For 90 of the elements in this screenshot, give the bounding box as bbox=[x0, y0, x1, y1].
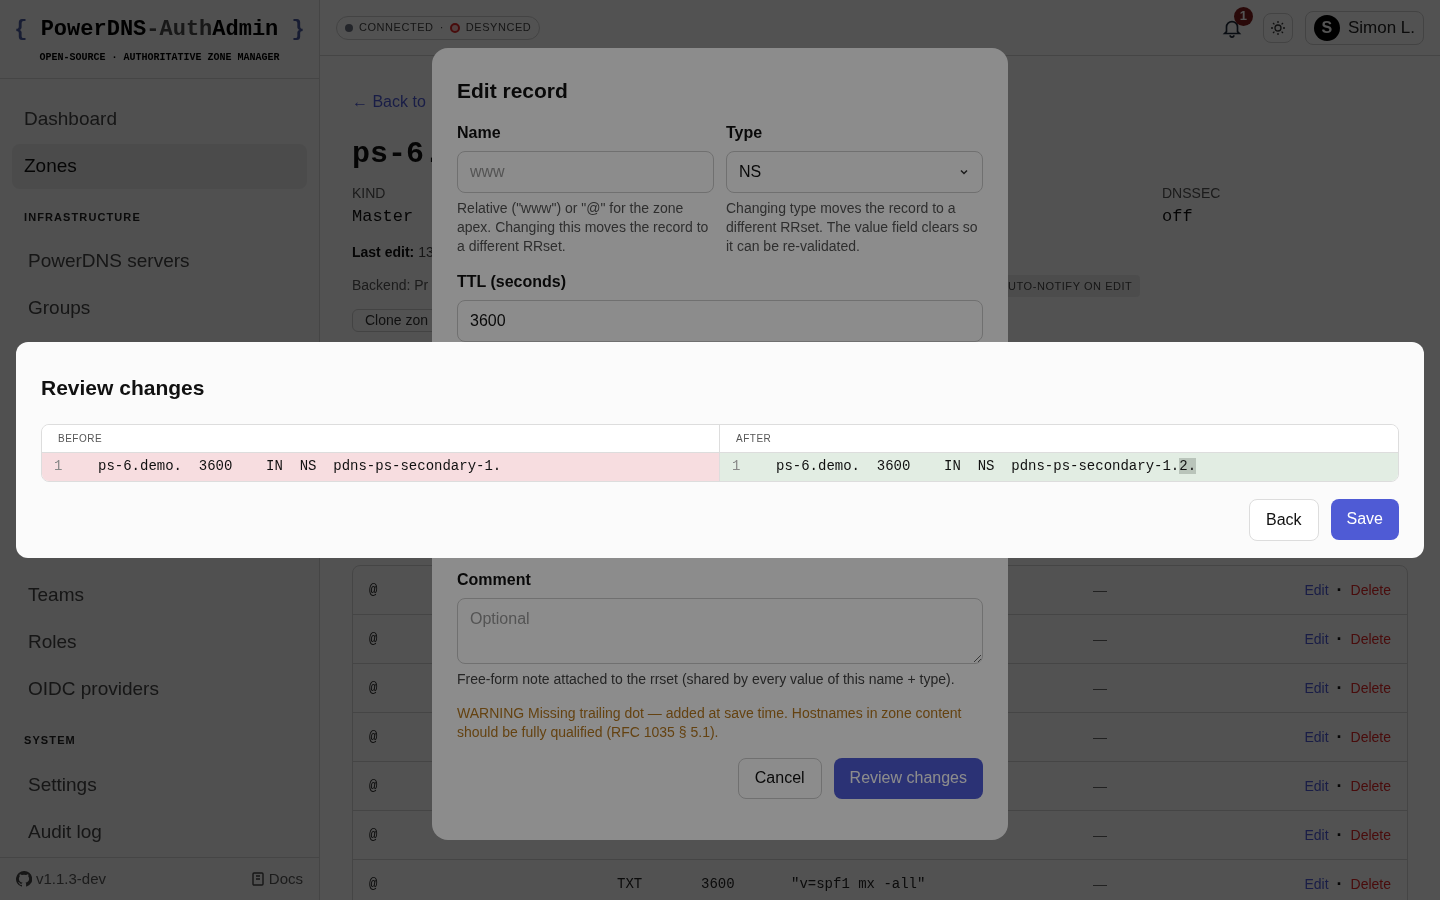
save-button[interactable]: Save bbox=[1330, 498, 1399, 540]
dnssec-value: off bbox=[1162, 206, 1193, 228]
app-tagline: OPEN-SOURCE · AUTHORITATIVE ZONE MANAGER bbox=[39, 50, 280, 65]
delete-link[interactable]: Delete bbox=[1350, 628, 1391, 650]
diff-heading: BEFORE bbox=[58, 431, 103, 446]
delete-link[interactable]: Delete bbox=[1350, 824, 1391, 846]
sidebar-item[interactable]: PowerDNS servers bbox=[12, 239, 307, 285]
record-comment: — bbox=[1093, 678, 1107, 698]
delete-link[interactable]: Delete bbox=[1350, 873, 1391, 895]
field-hint: Free-form note attached to the rrset (shared by every value of this name + type). bbox=[457, 669, 956, 689]
notification-badge: 1 bbox=[1233, 6, 1253, 26]
dialog-title: Edit record bbox=[457, 78, 568, 104]
ttl-field[interactable]: 3600 bbox=[457, 299, 983, 342]
record-content: "v=spf1 mx -all" bbox=[791, 874, 926, 894]
review-changes-button[interactable]: Review changes bbox=[833, 757, 983, 799]
status-label: CONNECTED bbox=[359, 20, 434, 36]
comment-field[interactable]: Optional bbox=[457, 597, 983, 664]
edit-link[interactable]: Edit bbox=[1304, 579, 1329, 601]
field-label: TTL (seconds) bbox=[457, 271, 567, 292]
zone-title: ps-6. bbox=[352, 136, 442, 173]
back-button[interactable]: Back bbox=[1248, 498, 1319, 541]
line-number: 1 bbox=[732, 457, 742, 476]
edit-link[interactable]: Edit bbox=[1304, 726, 1329, 748]
sidebar-item[interactable]: OIDC providers bbox=[12, 667, 307, 713]
diff-heading: AFTER bbox=[736, 431, 772, 446]
sidebar-item[interactable]: Settings bbox=[12, 762, 307, 808]
type-select[interactable]: NS bbox=[726, 150, 983, 193]
record-comment: — bbox=[1093, 874, 1107, 894]
record-ttl: 3600 bbox=[701, 874, 735, 894]
record-comment: — bbox=[1093, 580, 1107, 600]
diff-text: ps-6.demo. 3600 IN NS pdns-ps-secondary-1. bbox=[98, 458, 502, 474]
book-icon bbox=[250, 871, 265, 886]
section-heading: INFRASTRUCTURE bbox=[23, 209, 142, 225]
field-hint: Relative ("www") or "@" for the zone apex. Changing this moves the record to a different RRset. bbox=[457, 198, 710, 256]
edit-link[interactable]: Edit bbox=[1304, 824, 1329, 846]
action-separator: · bbox=[1336, 725, 1343, 749]
dialog-title: Review changes bbox=[41, 375, 205, 401]
section-heading: SYSTEM bbox=[23, 733, 77, 749]
warning-text: WARNING Missing trailing dot — added at save time. Hostnames in zone content should be fully qualified (RFC 1035 § 5.1). bbox=[457, 703, 963, 742]
field-label: Type bbox=[726, 122, 763, 143]
edit-link[interactable]: Edit bbox=[1304, 628, 1329, 650]
record-comment: — bbox=[1093, 776, 1107, 796]
delete-link[interactable]: Delete bbox=[1350, 726, 1391, 748]
sun-icon bbox=[1269, 19, 1286, 36]
action-separator: · bbox=[1336, 578, 1343, 602]
record-type: TXT bbox=[617, 874, 643, 894]
record-name: @ bbox=[369, 776, 378, 796]
record-name: @ bbox=[369, 580, 378, 600]
action-separator: · bbox=[1336, 823, 1343, 847]
action-separator: · bbox=[1336, 676, 1343, 700]
record-comment: — bbox=[1093, 825, 1107, 845]
back-link[interactable]: ← Back to bbox=[352, 90, 426, 114]
action-separator: · bbox=[1336, 627, 1343, 651]
sidebar-item[interactable]: Groups bbox=[12, 286, 307, 332]
action-separator: · bbox=[1336, 872, 1343, 896]
record-name: @ bbox=[369, 727, 378, 747]
status-separator: · bbox=[439, 20, 444, 36]
record-name: @ bbox=[369, 874, 378, 894]
line-number: 1 bbox=[54, 457, 64, 476]
kind-value: Master bbox=[352, 206, 414, 228]
delete-link[interactable]: Delete bbox=[1350, 677, 1391, 699]
record-name: @ bbox=[369, 678, 378, 698]
github-icon bbox=[16, 870, 32, 887]
changed-text: 2. bbox=[1179, 458, 1197, 474]
action-separator: · bbox=[1336, 774, 1343, 798]
diff-text: ps-6.demo. 3600 IN NS pdns-ps-secondary-1. bbox=[776, 458, 1180, 474]
record-name: @ bbox=[369, 629, 378, 649]
field-label: Comment bbox=[457, 569, 531, 590]
cancel-button[interactable]: Cancel bbox=[737, 757, 822, 799]
record-name: @ bbox=[369, 825, 378, 845]
name-field[interactable]: www bbox=[457, 150, 714, 193]
sidebar-item[interactable]: Audit log bbox=[12, 809, 307, 855]
edit-link[interactable]: Edit bbox=[1304, 775, 1329, 797]
sidebar-item[interactable]: Teams bbox=[12, 573, 307, 619]
edit-link[interactable]: Edit bbox=[1304, 677, 1329, 699]
user-menu-button[interactable]: S Simon L. bbox=[1304, 10, 1424, 45]
user-avatar: S bbox=[1313, 14, 1340, 41]
edit-link[interactable]: Edit bbox=[1304, 873, 1329, 895]
record-comment: — bbox=[1093, 629, 1107, 649]
status-label: DESYNCED bbox=[465, 20, 532, 36]
sidebar-item[interactable]: Roles bbox=[12, 620, 307, 666]
field-hint: Changing type moves the record to a different RRset. The value field clears so it can be re-validated. bbox=[726, 198, 979, 256]
app-logo: { PowerDNS-AuthAdmin } bbox=[14, 15, 305, 44]
delete-link[interactable]: Delete bbox=[1350, 775, 1391, 797]
record-comment: — bbox=[1093, 727, 1107, 747]
theme-toggle[interactable] bbox=[1262, 12, 1293, 43]
sidebar-item[interactable]: Dashboard bbox=[12, 96, 307, 142]
field-label: Name bbox=[457, 122, 501, 143]
delete-link[interactable]: Delete bbox=[1350, 579, 1391, 601]
sidebar-item[interactable]: Zones bbox=[12, 143, 307, 189]
